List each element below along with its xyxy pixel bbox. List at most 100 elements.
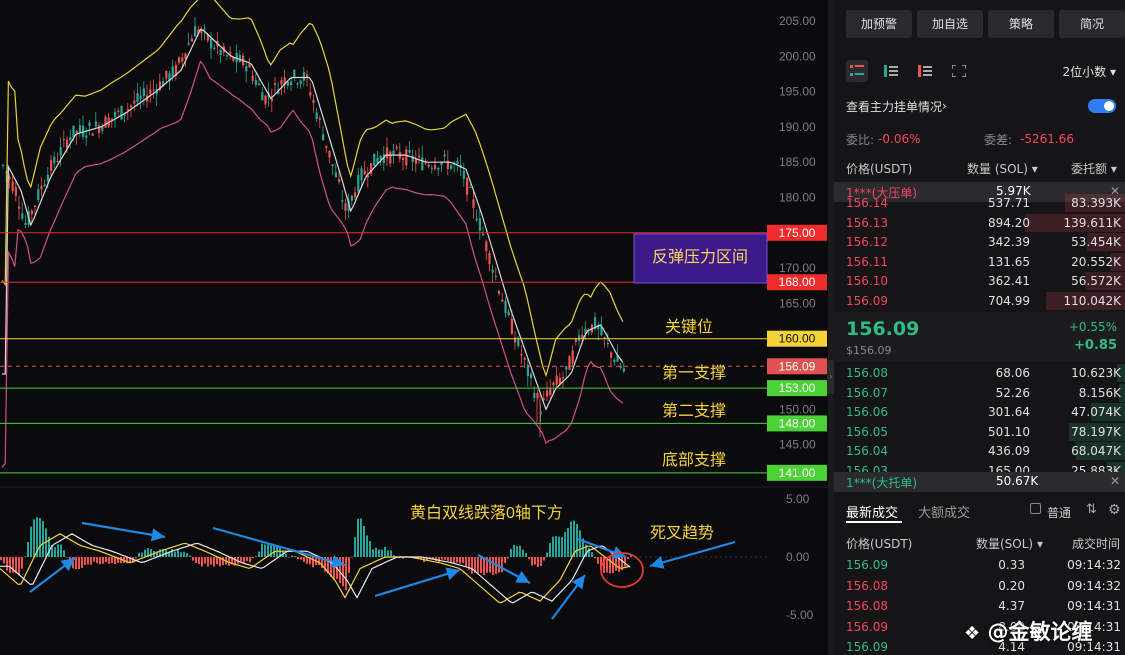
macd-bar xyxy=(576,524,578,557)
sort-icon[interactable]: ⇅ xyxy=(1086,502,1097,517)
ask-row[interactable]: 156.10 362.41 56.572K xyxy=(834,272,1125,291)
bid-row[interactable]: 156.05 501.10 78.197K xyxy=(834,422,1125,441)
macd-bar xyxy=(174,551,176,557)
candle-body xyxy=(293,69,296,78)
macd-bar xyxy=(99,557,101,565)
macd-bar xyxy=(264,544,266,557)
ob-price: 156.12 xyxy=(846,235,888,250)
candle-body xyxy=(501,299,504,302)
big-buy-value: 50.67K xyxy=(996,474,1039,488)
trade-price: 156.09 xyxy=(846,619,888,634)
trend-arrow xyxy=(29,557,76,593)
bid-row[interactable]: 156.07 52.26 8.156K xyxy=(834,383,1125,402)
trade-price: 156.09 xyxy=(846,558,888,572)
candle-body xyxy=(30,210,33,215)
ask-row[interactable]: 156.12 342.39 53.454K xyxy=(834,233,1125,252)
candle-body xyxy=(75,130,78,134)
macd-bar xyxy=(504,557,506,564)
price-chart[interactable]: 205.00 200.00 195.00 190.00 185.00 180.00 170.… xyxy=(0,0,832,655)
candle-body xyxy=(418,155,421,158)
bid-row[interactable]: 156.08 68.06 10.623K xyxy=(834,364,1125,382)
amount-header[interactable]: 委托额 ▾ xyxy=(1071,160,1117,177)
candle-body xyxy=(69,137,72,141)
both-sides-view-icon[interactable] xyxy=(846,60,868,82)
normal-checkbox[interactable] xyxy=(1030,503,1041,514)
trend-arrow xyxy=(81,521,166,542)
main-orders-toggle[interactable] xyxy=(1088,99,1116,113)
macd-bar xyxy=(462,557,464,564)
asks-view-icon[interactable] xyxy=(914,60,936,82)
macd-bar xyxy=(57,544,59,557)
macd-bar xyxy=(540,557,542,566)
macd-bar xyxy=(138,552,140,557)
macd-bar xyxy=(531,557,533,566)
candle-body xyxy=(568,356,571,370)
ask-row[interactable]: 156.09 704.99 110.042K xyxy=(834,292,1125,310)
macd-bar xyxy=(561,537,563,557)
close-icon[interactable]: ✕ xyxy=(1110,474,1120,488)
macd-bar xyxy=(0,557,2,561)
macd-bar xyxy=(183,551,185,557)
main-orders-toggle-row[interactable]: 查看主力挂单情况 › xyxy=(846,97,1116,115)
orderbook-panel: 加预警 加自选 策略 简况 2位小数 ▾ 查看主力挂单情况 › 委比: -0.06… xyxy=(834,0,1125,655)
add-alert-button[interactable]: 加预警 xyxy=(846,10,912,38)
candle-body xyxy=(392,150,395,156)
ob-amount: 83.393K xyxy=(1071,196,1121,210)
macd-bar xyxy=(345,557,347,590)
candle-body xyxy=(610,352,613,358)
ob-qty: 301.64 xyxy=(988,405,1030,420)
level-tag-label: 168.00 xyxy=(779,275,816,289)
trade-row: 156.08 0.20 09:14:32 xyxy=(846,579,1121,597)
candle-body xyxy=(315,112,318,120)
price-axis-label: 200.00 xyxy=(779,49,816,63)
bid-row[interactable]: 156.06 301.64 47.074K xyxy=(834,403,1125,422)
settings-gear-icon[interactable]: ⚙ xyxy=(1108,502,1121,518)
ob-amount: 20.552K xyxy=(1071,254,1121,269)
tab-large-trades[interactable]: 大额成交 xyxy=(918,502,970,521)
macd-bar xyxy=(507,557,509,559)
add-watchlist-button[interactable]: 加自选 xyxy=(917,10,983,38)
fullscreen-icon[interactable] xyxy=(948,60,970,82)
resistance-zone-label: 反弹压力区间 xyxy=(652,248,748,266)
qty-header[interactable]: 数量 (SOL) ▾ xyxy=(967,160,1038,177)
candle-body xyxy=(254,80,257,86)
tab-latest-trades[interactable]: 最新成交 xyxy=(846,502,898,521)
macd-bar xyxy=(441,557,443,560)
candle-body xyxy=(210,38,213,49)
death-cross-label: 死叉趋势 xyxy=(650,524,714,542)
candle-body xyxy=(546,390,549,397)
macd-bar xyxy=(546,552,548,557)
candle-body xyxy=(514,337,517,343)
ask-row[interactable]: 156.14 537.71 83.393K xyxy=(834,194,1125,212)
big-buy-order[interactable]: 1***(大托单) 50.67K ✕ xyxy=(834,472,1125,492)
candle-body xyxy=(110,118,113,120)
strategy-button[interactable]: 策略 xyxy=(988,10,1054,38)
trade-qty-header[interactable]: 数量(SOL) ▾ xyxy=(976,535,1043,552)
ask-row[interactable]: 156.11 131.65 20.552K xyxy=(834,252,1125,271)
candle-body xyxy=(533,392,536,399)
macd-bar xyxy=(447,557,449,561)
candle-body xyxy=(299,80,302,85)
ask-row[interactable]: 156.13 894.20 139.611K xyxy=(834,213,1125,232)
candle-body xyxy=(334,172,337,177)
price-header: 价格(USDT) xyxy=(846,162,913,176)
trade-price: 156.08 xyxy=(846,599,888,613)
decimal-select[interactable]: 2位小数 ▾ xyxy=(1063,63,1117,80)
orderbook-header: 价格(USDT) 数量 (SOL) ▾ 委托额 ▾ xyxy=(846,160,1121,178)
candle-body xyxy=(91,133,94,136)
bids-view-icon[interactable] xyxy=(880,60,902,82)
logo-icon: ❖ xyxy=(964,623,981,644)
macd-bar xyxy=(297,557,299,560)
overview-button[interactable]: 简况 xyxy=(1059,10,1125,38)
chart-pane[interactable]: 205.00 200.00 195.00 190.00 185.00 180.00 170.… xyxy=(0,0,832,655)
candle-body xyxy=(85,135,88,138)
candle-body xyxy=(488,252,491,265)
trade-price-header: 价格(USDT) xyxy=(846,537,913,551)
bid-row[interactable]: 156.04 436.09 68.047K xyxy=(834,442,1125,461)
macd-bar xyxy=(102,557,104,564)
macd-bar xyxy=(42,521,44,557)
candle-body xyxy=(603,337,606,339)
ob-amount: 8.156K xyxy=(1078,385,1121,400)
candle-body xyxy=(248,64,251,68)
candle-body xyxy=(562,377,565,379)
